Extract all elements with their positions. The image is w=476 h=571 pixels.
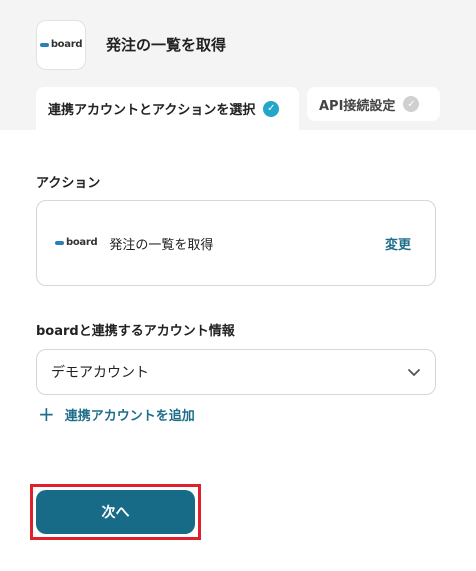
- tab-select-account-action[interactable]: 連携アカウントとアクションを選択 ✓: [36, 87, 299, 130]
- action-section-label: アクション: [36, 176, 101, 191]
- account-selected-value: デモアカウント: [51, 365, 149, 381]
- app-logo-box: board: [36, 20, 86, 70]
- action-card: board 発注の一覧を取得 変更: [36, 200, 436, 286]
- check-circle-icon: ✓: [263, 100, 280, 117]
- tab-label: 連携アカウントとアクションを選択: [48, 103, 256, 118]
- change-action-link[interactable]: 変更: [385, 234, 411, 253]
- page-title: 発注の一覧を取得: [106, 36, 227, 54]
- account-section-label: boardと連携するアカウント情報: [36, 324, 235, 339]
- next-button[interactable]: 次へ: [36, 490, 195, 534]
- account-select[interactable]: デモアカウント: [36, 349, 436, 395]
- add-account-link[interactable]: + 連携アカウントを追加: [38, 404, 195, 424]
- check-circle-icon: ✓: [403, 96, 420, 112]
- board-logo-icon: board: [39, 40, 82, 50]
- action-name: 発注の一覧を取得: [109, 237, 214, 253]
- tab-label: API接続設定: [319, 98, 396, 114]
- tab-api-settings[interactable]: API接続設定 ✓: [307, 87, 440, 121]
- add-account-label: 連携アカウントを追加: [64, 408, 195, 424]
- chevron-down-icon: [408, 369, 420, 376]
- board-logo-icon: board: [55, 238, 98, 248]
- plus-icon: +: [38, 402, 55, 426]
